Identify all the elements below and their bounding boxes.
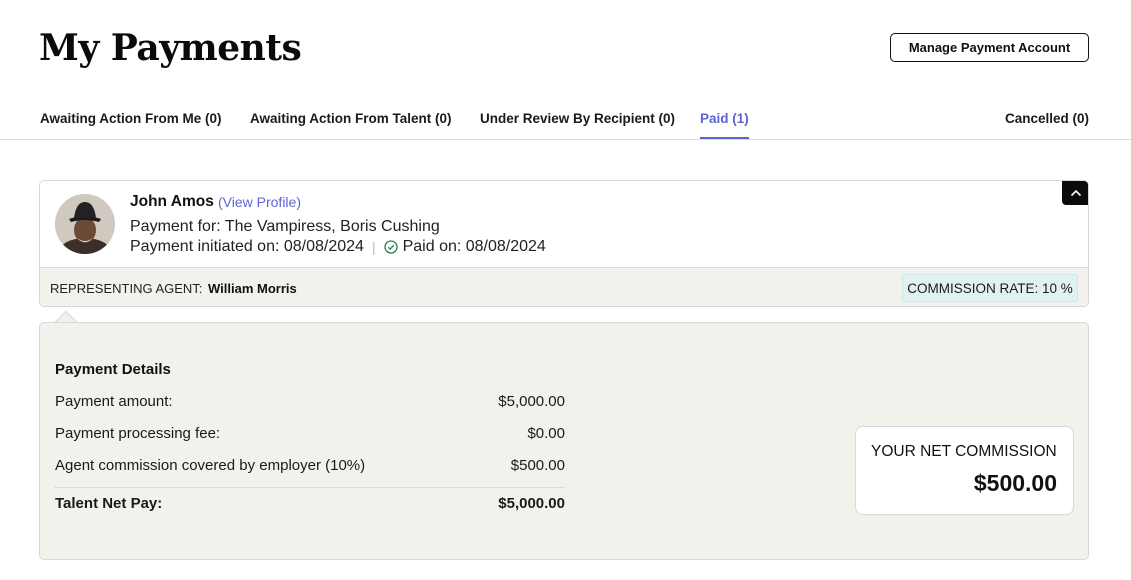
talent-net-pay-label: Talent Net Pay:: [55, 495, 163, 512]
payment-initiated-date: Payment initiated on: 08/08/2024: [130, 238, 364, 255]
payment-tabs: Awaiting Action From Me (0) Awaiting Act…: [0, 104, 1131, 140]
details-divider: [55, 487, 565, 488]
payment-card: John Amos (View Profile) Payment for: Th…: [39, 180, 1089, 307]
agent-label: REPRESENTING AGENT:: [50, 281, 203, 296]
avatar-image: [55, 194, 115, 254]
agent-bar: REPRESENTING AGENT: William Morris COMMI…: [40, 267, 1088, 306]
commission-rate-badge: COMMISSION RATE: 10 %: [902, 274, 1078, 302]
agent-commission-label: Agent commission covered by employer (10…: [55, 457, 366, 474]
tab-paid[interactable]: Paid (1): [700, 111, 749, 139]
agent-commission-row: Agent commission covered by employer (10…: [55, 457, 565, 479]
avatar[interactable]: [55, 194, 115, 254]
processing-fee-value: $0.00: [527, 425, 565, 442]
payment-amount-label: Payment amount:: [55, 393, 173, 410]
payment-details-panel: Payment Details Payment amount: $5,000.0…: [39, 322, 1089, 560]
tab-cancelled[interactable]: Cancelled (0): [1005, 111, 1089, 139]
processing-fee-row: Payment processing fee: $0.00: [55, 425, 565, 447]
payment-details-title: Payment Details: [55, 361, 171, 378]
talent-name: John Amos: [130, 193, 214, 210]
tab-awaiting-action-from-me[interactable]: Awaiting Action From Me (0): [40, 111, 222, 139]
talent-net-pay-value: $5,000.00: [498, 495, 565, 512]
tab-under-review-by-recipient[interactable]: Under Review By Recipient (0): [480, 111, 675, 139]
net-commission-label: YOUR NET COMMISSION: [871, 443, 1057, 460]
page-title: My Payments: [39, 27, 302, 69]
net-commission-value: $500.00: [973, 470, 1057, 496]
tab-awaiting-action-from-talent[interactable]: Awaiting Action From Talent (0): [250, 111, 452, 139]
agent-name: William Morris: [208, 281, 297, 296]
agent-commission-value: $500.00: [510, 457, 565, 474]
talent-net-pay-row: Talent Net Pay: $5,000.00: [55, 495, 565, 517]
date-separator: |: [371, 239, 376, 255]
manage-payment-account-button[interactable]: Manage Payment Account: [890, 33, 1089, 62]
net-commission-box: YOUR NET COMMISSION $500.00: [855, 426, 1074, 515]
processing-fee-label: Payment processing fee:: [55, 425, 221, 442]
check-circle-icon: [383, 240, 398, 254]
payment-amount-value: $5,000.00: [498, 393, 565, 410]
view-profile-link[interactable]: (View Profile): [218, 194, 301, 210]
collapse-button[interactable]: [1062, 181, 1088, 205]
payment-for: Payment for: The Vampiress, Boris Cushin…: [130, 218, 440, 235]
chevron-up-icon: [1070, 189, 1081, 197]
payment-dates: Payment initiated on: 08/08/2024 | Paid …: [130, 238, 546, 256]
payment-amount-row: Payment amount: $5,000.00: [55, 393, 565, 415]
paid-on-date: Paid on: 08/08/2024: [402, 238, 546, 255]
